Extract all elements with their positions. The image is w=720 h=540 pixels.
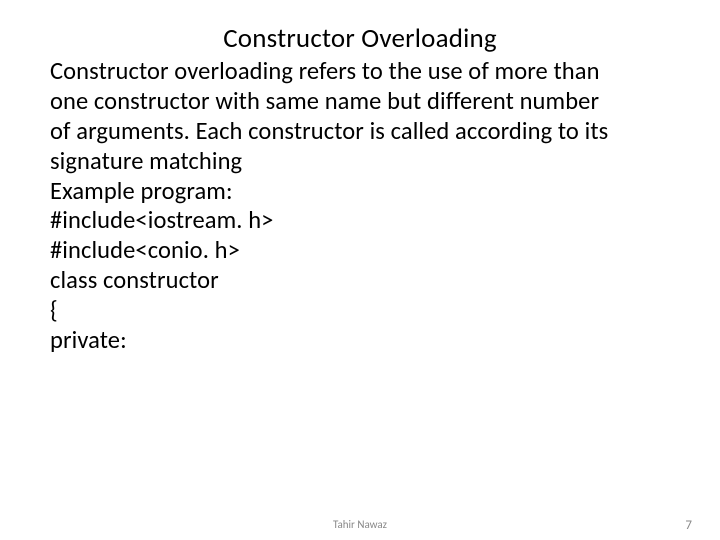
- slide-body: Constructor overloading refers to the us…: [50, 57, 670, 356]
- body-line: Constructor overloading refers to the us…: [50, 57, 670, 87]
- body-line: of arguments. Each constructor is called…: [50, 117, 670, 147]
- body-line: {: [50, 296, 670, 326]
- body-line: signature matching: [50, 147, 670, 177]
- footer-page-number: 7: [685, 518, 692, 533]
- body-line: Example program:: [50, 177, 670, 207]
- footer-author: Tahir Nawaz: [333, 518, 387, 531]
- body-line: one constructor with same name but diffe…: [50, 87, 670, 117]
- body-line: private:: [50, 326, 670, 356]
- body-line: #include<iostream. h>: [50, 206, 670, 236]
- slide-title: Constructor Overloading: [50, 22, 670, 55]
- slide-container: Constructor Overloading Constructor over…: [0, 0, 720, 540]
- body-line: #include<conio. h>: [50, 236, 670, 266]
- body-line: class constructor: [50, 266, 670, 296]
